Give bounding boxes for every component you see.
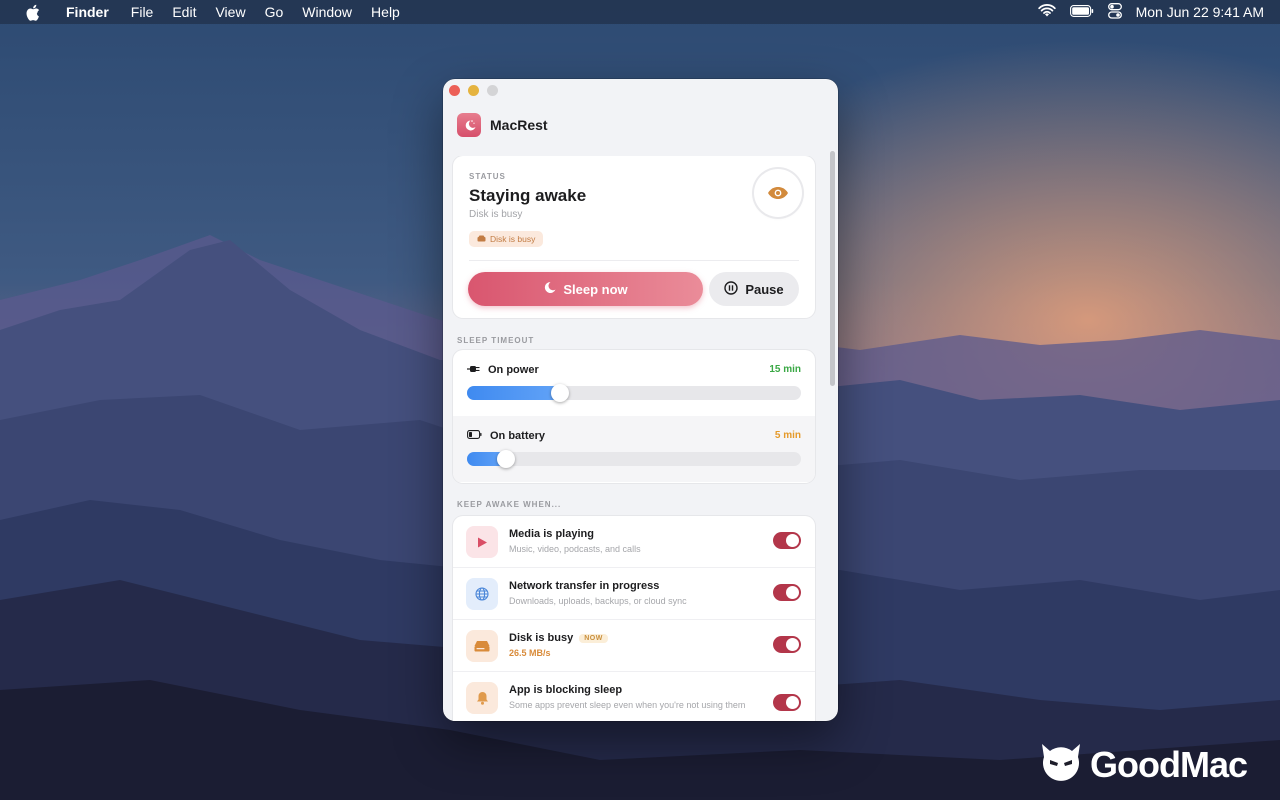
keep-awake-title-text: Media is playing bbox=[509, 528, 594, 540]
power-timeout-slider[interactable] bbox=[467, 384, 801, 402]
goodmac-logo-icon bbox=[1040, 742, 1082, 787]
plug-icon bbox=[467, 364, 480, 376]
keep-awake-subtitle: Some apps prevent sleep even when you're… bbox=[509, 700, 746, 710]
status-subtitle: Disk is busy bbox=[469, 209, 523, 220]
keep-awake-title-text: App is blocking sleep bbox=[509, 684, 623, 696]
timeout-value: 5 min bbox=[774, 430, 801, 441]
battery-icon[interactable] bbox=[1069, 4, 1094, 20]
sleep-now-label: Sleep now bbox=[563, 281, 628, 297]
minimize-window-button[interactable] bbox=[468, 85, 479, 96]
battery-timeout-slider[interactable] bbox=[467, 450, 801, 468]
keep-awake-caption: KEEP AWAKE WHEN... bbox=[457, 500, 562, 509]
apple-icon[interactable] bbox=[26, 3, 42, 21]
status-chip: Disk is busy bbox=[469, 231, 544, 247]
disk-throughput: 26.5 MB/s bbox=[509, 648, 551, 658]
menu-help[interactable]: Help bbox=[371, 4, 400, 20]
keep-awake-subtitle: Music, video, podcasts, and calls bbox=[509, 544, 641, 554]
timeout-row-power: On power 15 min bbox=[453, 350, 815, 416]
app-header: MacRest bbox=[457, 113, 548, 137]
keep-awake-card: Media is playing Music, video, podcasts,… bbox=[453, 516, 815, 721]
menu-file[interactable]: File bbox=[131, 4, 154, 20]
pause-label: Pause bbox=[745, 281, 784, 297]
keep-awake-subtitle: Downloads, uploads, backups, or cloud sy… bbox=[509, 596, 687, 606]
keep-awake-title-text: Disk is busy bbox=[509, 632, 574, 644]
keep-awake-row: Media is playing Music, video, podcasts,… bbox=[453, 516, 815, 568]
macrest-window: MacRest STATUS Staying awake Disk is bus… bbox=[443, 79, 838, 721]
battery-low-icon bbox=[467, 430, 482, 442]
menu-app-name[interactable]: Finder bbox=[66, 4, 109, 20]
keep-awake-title: Media is playing bbox=[509, 528, 594, 540]
keep-awake-row: Disk is busy NOW 26.5 MB/s bbox=[453, 620, 815, 672]
menu-bar: Finder File Edit View Go Window Help Mon… bbox=[0, 0, 1280, 24]
status-title: Staying awake bbox=[469, 186, 587, 205]
content-scroll-area[interactable]: STATUS Staying awake Disk is busy Disk i… bbox=[443, 156, 838, 721]
app-title: MacRest bbox=[490, 117, 548, 133]
disk-toggle[interactable] bbox=[773, 636, 801, 653]
keep-awake-title: Disk is busy NOW bbox=[509, 632, 608, 644]
sleep-timeout-caption: SLEEP TIMEOUT bbox=[457, 336, 535, 345]
play-icon bbox=[466, 526, 498, 558]
network-toggle[interactable] bbox=[773, 584, 801, 601]
media-toggle[interactable] bbox=[773, 532, 801, 549]
disk-icon bbox=[466, 630, 498, 662]
goodmac-brand-name: GoodMac bbox=[1090, 743, 1248, 785]
window-controls bbox=[449, 85, 498, 96]
timeout-label: On battery bbox=[467, 430, 545, 442]
sleep-timeout-card: On power 15 min On battery 5 min bbox=[453, 350, 815, 483]
goodmac-watermark: GoodMac bbox=[1040, 742, 1248, 787]
zoom-window-button[interactable] bbox=[487, 85, 498, 96]
menu-window[interactable]: Window bbox=[302, 4, 352, 20]
now-badge: NOW bbox=[579, 633, 608, 643]
wifi-icon[interactable] bbox=[1037, 3, 1056, 21]
status-chip-label: Disk is busy bbox=[490, 234, 536, 244]
eye-icon bbox=[754, 169, 802, 217]
status-card: STATUS Staying awake Disk is busy Disk i… bbox=[453, 156, 815, 318]
slider-knob[interactable] bbox=[551, 384, 569, 402]
menu-go[interactable]: Go bbox=[265, 4, 284, 20]
slider-fill bbox=[467, 386, 560, 400]
keep-awake-title: Network transfer in progress bbox=[509, 580, 659, 592]
pause-icon bbox=[724, 280, 739, 298]
status-caption: STATUS bbox=[469, 172, 506, 181]
pause-button[interactable]: Pause bbox=[709, 272, 799, 306]
sleep-now-button[interactable]: Sleep now bbox=[468, 272, 703, 306]
moon-app-icon bbox=[457, 113, 481, 137]
timeout-label: On power bbox=[467, 364, 539, 376]
keep-awake-row: Network transfer in progress Downloads, … bbox=[453, 568, 815, 620]
globe-icon bbox=[466, 578, 498, 610]
keep-awake-row: App is blocking sleep Some apps prevent … bbox=[453, 672, 815, 721]
scrollbar[interactable] bbox=[830, 151, 835, 386]
timeout-label-text: On battery bbox=[490, 430, 546, 442]
disk-icon bbox=[477, 234, 486, 244]
keep-awake-title: App is blocking sleep bbox=[509, 684, 622, 696]
timeout-label-text: On power bbox=[488, 364, 539, 376]
keep-awake-title-text: Network transfer in progress bbox=[509, 580, 660, 592]
slider-knob[interactable] bbox=[497, 450, 515, 468]
timeout-row-battery: On battery 5 min bbox=[453, 416, 815, 482]
close-window-button[interactable] bbox=[449, 85, 460, 96]
menu-view[interactable]: View bbox=[215, 4, 245, 20]
timeout-value: 15 min bbox=[769, 364, 801, 375]
status-divider bbox=[469, 260, 799, 261]
moon-icon bbox=[543, 281, 556, 297]
control-center-icon[interactable] bbox=[1107, 2, 1122, 22]
bell-icon bbox=[466, 682, 498, 714]
menu-edit[interactable]: Edit bbox=[172, 4, 196, 20]
app-blocking-toggle[interactable] bbox=[773, 694, 801, 711]
menu-clock[interactable]: Mon Jun 22 9:41 AM bbox=[1136, 4, 1264, 20]
